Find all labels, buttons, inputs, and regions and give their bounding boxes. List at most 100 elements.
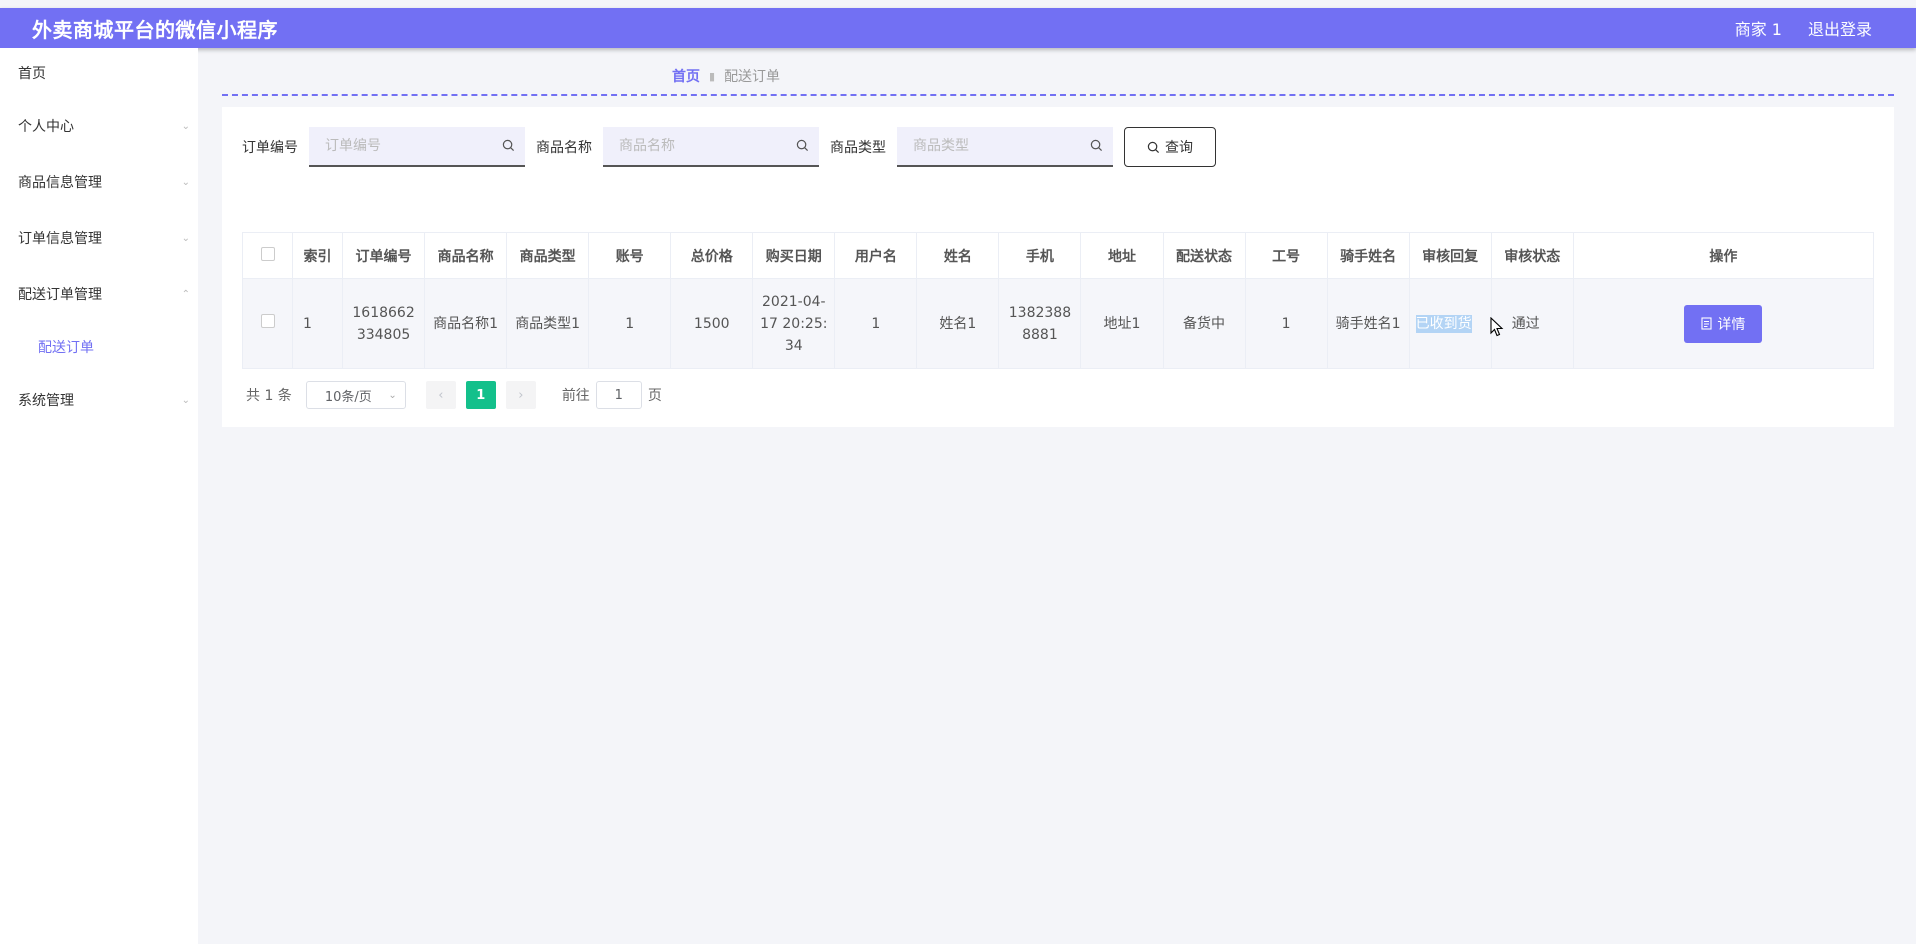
- logout-link[interactable]: 退出登录: [1808, 16, 1872, 40]
- product-name-input[interactable]: [603, 127, 819, 165]
- goto-page-input[interactable]: [595, 381, 642, 409]
- product-type-input[interactable]: [897, 127, 1113, 165]
- chevron-up-icon: ⌃: [181, 288, 190, 300]
- current-user[interactable]: 商家 1: [1735, 16, 1782, 40]
- search-icon: [1147, 141, 1160, 153]
- cell-review-reply: 已收到货: [1408, 278, 1492, 369]
- query-button[interactable]: 查询: [1124, 127, 1216, 167]
- cell-username: 1: [834, 278, 918, 369]
- sidebar-item-system-management[interactable]: 系统管理 ⌄: [0, 372, 198, 428]
- cell-product-type: 商品类型1: [506, 278, 590, 369]
- document-icon: [1701, 317, 1712, 330]
- column-header: 手机: [998, 232, 1082, 279]
- column-header: 配送状态: [1162, 232, 1246, 279]
- page-size-value: 10条/页: [324, 389, 372, 405]
- column-header: 用户名: [834, 232, 918, 279]
- query-button-label: 查询: [1165, 140, 1193, 156]
- sidebar-item-label: 首页: [18, 66, 46, 82]
- row-select-cell: [241, 278, 294, 369]
- cell-index: 1: [292, 278, 344, 369]
- sidebar-item-label: 个人中心: [18, 119, 74, 135]
- product-type-field: [897, 127, 1113, 167]
- search-bar: 订单编号 商品名称 商品类型 查询: [242, 127, 1216, 167]
- content-panel: 订单编号 商品名称 商品类型 查询 索引 订单编号 商品: [222, 107, 1894, 427]
- breadcrumb-home[interactable]: 首页: [672, 66, 700, 86]
- product-name-field: [603, 127, 819, 167]
- pagination: 共 1 条 10条/页 ⌄ ‹ 1 › 前往 页: [246, 381, 662, 409]
- select-all-checkbox[interactable]: [260, 246, 275, 261]
- sidebar-item-label: 系统管理: [18, 393, 74, 409]
- column-header: 姓名: [916, 232, 1000, 279]
- review-reply-text: 已收到货: [1415, 314, 1472, 333]
- cell-phone: 13823888881: [998, 278, 1082, 369]
- detail-button-label: 详情: [1717, 316, 1746, 333]
- cell-purchase-date: 2021-04-17 20:25:34: [752, 278, 836, 369]
- cell-account: 1: [588, 278, 672, 369]
- mouse-pointer-icon: [1490, 317, 1504, 337]
- cell-employee-no: 1: [1244, 278, 1328, 369]
- row-checkbox[interactable]: [260, 313, 275, 328]
- chevron-down-icon: ⌄: [181, 394, 190, 406]
- chevron-down-icon: ⌄: [388, 389, 397, 401]
- search-icon: [796, 139, 809, 152]
- search-icon: [1090, 139, 1103, 152]
- sidebar-item-label: 商品信息管理: [18, 175, 102, 191]
- page-suffix-label: 页: [647, 388, 662, 404]
- cell-address: 地址1: [1080, 278, 1164, 369]
- column-header: 审核回复: [1408, 232, 1492, 279]
- chevron-down-icon: ⌄: [181, 232, 190, 244]
- breadcrumb: 首页 ▮ 配送订单: [672, 66, 780, 86]
- sidebar-item-label: 订单信息管理: [18, 231, 102, 247]
- sidebar-item-label: 配送订单管理: [18, 287, 102, 303]
- chevron-down-icon: ⌄: [181, 176, 190, 188]
- cell-order-no: 1618662334805: [342, 278, 426, 369]
- column-header: 索引: [292, 232, 344, 279]
- product-name-label: 商品名称: [536, 140, 592, 156]
- prev-page-button[interactable]: ‹: [425, 381, 456, 409]
- sidebar-item-order-management[interactable]: 订单信息管理 ⌄: [0, 210, 198, 266]
- cell-product-name: 商品名称1: [424, 278, 508, 369]
- header-actions: 商家 1 退出登录: [1735, 16, 1872, 40]
- chevron-down-icon: ⌄: [181, 120, 190, 132]
- column-header: 地址: [1080, 232, 1164, 279]
- sidebar-item-personal-center[interactable]: 个人中心 ⌄: [0, 98, 198, 154]
- next-page-button[interactable]: ›: [505, 381, 536, 409]
- column-header: 总价格: [670, 232, 754, 279]
- sidebar-item-delivery-management[interactable]: 配送订单管理 ⌃: [0, 266, 198, 322]
- table-row: 1 1618662334805 商品名称1 商品类型1 1 1500 2021-…: [241, 278, 1875, 369]
- order-no-label: 订单编号: [242, 140, 298, 156]
- sidebar-item-home[interactable]: 首页: [0, 48, 198, 98]
- column-header: 工号: [1244, 232, 1328, 279]
- product-type-label: 商品类型: [830, 140, 886, 156]
- column-header: 商品类型: [506, 232, 590, 279]
- breadcrumb-divider: [222, 94, 1894, 96]
- sidebar: 首页 个人中心 ⌄ 商品信息管理 ⌄ 订单信息管理 ⌄ 配送订单管理 ⌃ 配送订…: [0, 48, 198, 944]
- cell-name: 姓名1: [916, 278, 1000, 369]
- order-no-field: [309, 127, 525, 167]
- breadcrumb-current: 配送订单: [724, 69, 781, 85]
- breadcrumb-separator-icon: ▮: [709, 69, 716, 83]
- pagination-total: 共 1 条: [246, 388, 292, 404]
- top-header: 外卖商城平台的微信小程序 商家 1 退出登录: [0, 8, 1916, 48]
- column-header: 商品名称: [424, 232, 508, 279]
- goto-label: 前往: [561, 388, 590, 404]
- order-no-input[interactable]: [309, 127, 525, 165]
- sidebar-subitem-delivery-orders[interactable]: 配送订单: [0, 322, 198, 372]
- column-header: 账号: [588, 232, 672, 279]
- cell-actions: 详情: [1572, 278, 1875, 369]
- cell-rider-name: 骑手姓名1: [1326, 278, 1410, 369]
- sidebar-item-product-management[interactable]: 商品信息管理 ⌄: [0, 154, 198, 210]
- search-icon: [502, 139, 515, 152]
- table-header-row: 索引 订单编号 商品名称 商品类型 账号 总价格 购买日期 用户名 姓名 手机 …: [241, 232, 1875, 279]
- column-header: 购买日期: [752, 232, 836, 279]
- column-header: 订单编号: [342, 232, 426, 279]
- page-number-button[interactable]: 1: [465, 381, 496, 409]
- cell-total-price: 1500: [670, 278, 754, 369]
- app-title: 外卖商城平台的微信小程序: [32, 17, 278, 42]
- detail-button[interactable]: 详情: [1684, 304, 1763, 343]
- cell-delivery-status: 备货中: [1162, 278, 1246, 369]
- page-size-select[interactable]: 10条/页 ⌄: [305, 381, 406, 409]
- select-all-cell: [241, 232, 294, 279]
- delivery-orders-table: 索引 订单编号 商品名称 商品类型 账号 总价格 购买日期 用户名 姓名 手机 …: [241, 232, 1875, 369]
- column-header: 骑手姓名: [1326, 232, 1410, 279]
